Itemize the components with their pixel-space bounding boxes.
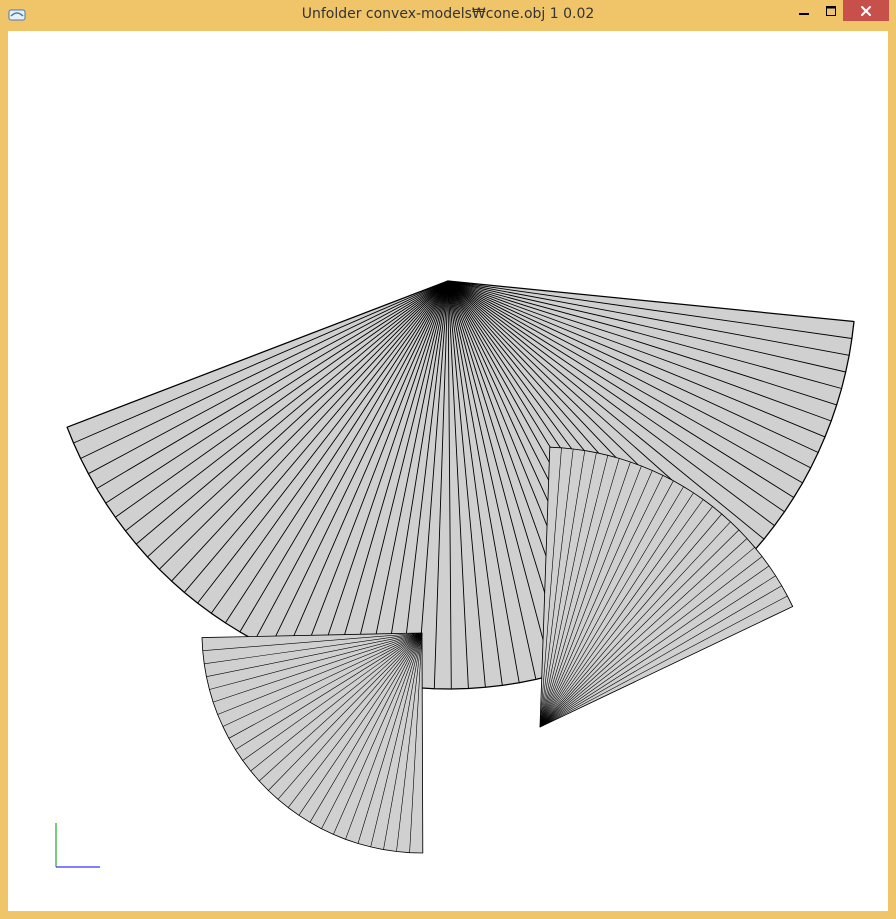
minimize-button[interactable]: [790, 0, 818, 22]
title-bar[interactable]: Unfolder convex-models₩cone.obj 1 0.02: [0, 0, 896, 31]
maximize-button[interactable]: [818, 0, 844, 22]
minimize-icon: [799, 13, 809, 15]
close-button[interactable]: [843, 0, 889, 21]
unfolding-scene[interactable]: [8, 31, 888, 911]
app-icon[interactable]: [8, 8, 26, 22]
axis-gizmo: [55, 823, 100, 868]
cone-piece-left: [201, 632, 424, 854]
viewport-canvas[interactable]: [8, 31, 888, 911]
maximize-icon: [826, 6, 836, 16]
app-window: Unfolder convex-models₩cone.obj 1 0.02: [0, 0, 896, 919]
window-title: Unfolder convex-models₩cone.obj 1 0.02: [301, 6, 595, 22]
close-icon: [861, 5, 871, 16]
